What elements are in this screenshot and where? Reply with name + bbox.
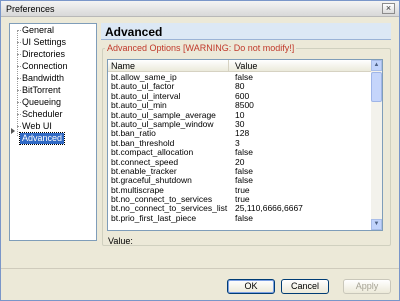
list-header: Name Value [108,60,372,72]
table-row[interactable]: bt.ban_threshold 3 [108,139,372,148]
option-name: bt.auto_ul_factor [111,82,175,92]
window-title: Preferences [6,4,55,14]
option-name: bt.no_connect_to_services [111,195,213,205]
option-value: 10 [235,110,245,120]
options-list[interactable]: Name Value bt.allow_same_ip false bt.auto… [107,59,383,231]
table-row[interactable]: bt.auto_ul_sample_window 30 [108,120,372,129]
close-icon[interactable]: × [382,3,395,14]
table-row[interactable]: bt.auto_ul_min 8500 [108,101,372,110]
table-row[interactable]: bt.no_connect_to_services_list 25,110,666… [108,204,372,213]
option-name: bt.ban_threshold [111,138,175,148]
preferences-window: Preferences × General UI Settings Direct… [0,0,400,301]
option-value: 30 [235,119,245,129]
nav-item-directories[interactable]: Directories [20,49,67,60]
option-name: bt.compact_allocation [111,148,194,158]
warning-label: Advanced Options [WARNING: Do not modify… [105,43,297,53]
nav-item-ui-settings[interactable]: UI Settings [20,37,68,48]
nav-item-bandwidth[interactable]: Bandwidth [20,73,66,84]
table-row[interactable]: bt.connect_speed 20 [108,158,372,167]
option-name: bt.ban_ratio [111,129,156,139]
list-rows: bt.allow_same_ip false bt.auto_ul_factor 8… [108,73,372,223]
option-name: bt.enable_tracker [111,166,177,176]
option-value: false [235,176,253,186]
page-title: Advanced [105,25,163,39]
table-row[interactable]: bt.multiscrape true [108,186,372,195]
nav-item-scheduler[interactable]: Scheduler [20,109,65,120]
option-value: 80 [235,82,245,92]
column-header-name[interactable]: Name [108,60,229,72]
column-header-value[interactable]: Value [229,60,372,72]
option-name: bt.auto_ul_interval [111,91,181,101]
nav-item-general[interactable]: General [20,25,56,36]
scroll-thumb[interactable] [371,72,382,102]
option-name: bt.auto_ul_sample_window [111,119,214,129]
apply-button[interactable]: Apply [343,279,391,294]
table-row[interactable]: bt.auto_ul_interval 600 [108,92,372,101]
option-name: bt.no_connect_to_services_list [111,204,228,214]
option-value: true [235,185,250,195]
option-name: bt.connect_speed [111,157,179,167]
expand-arrow-icon[interactable] [11,128,15,134]
tree-connector [17,30,18,136]
cancel-button[interactable]: Cancel [281,279,329,294]
table-row[interactable]: bt.auto_ul_factor 80 [108,82,372,91]
table-row[interactable]: bt.ban_ratio 128 [108,129,372,138]
panel-header: Advanced [101,23,391,40]
option-name: bt.graceful_shutdown [111,176,192,186]
option-name: bt.allow_same_ip [111,73,177,82]
option-value: false [235,73,253,82]
option-name: bt.prio_first_last_piece [111,213,197,223]
nav-item-advanced[interactable]: Advanced [18,132,66,145]
nav-item-queueing[interactable]: Queueing [20,97,63,108]
title-bar[interactable]: Preferences × [1,1,399,17]
table-row[interactable]: bt.no_connect_to_services true [108,195,372,204]
table-row[interactable]: bt.auto_ul_sample_average 10 [108,111,372,120]
value-label: Value: [108,236,133,246]
option-value: 600 [235,91,250,101]
option-value: 20 [235,157,245,167]
nav-item-web-ui[interactable]: Web UI [20,121,54,132]
option-name: bt.multiscrape [111,185,164,195]
scroll-up-icon[interactable]: ▲ [371,60,382,71]
table-row[interactable]: bt.enable_tracker false [108,167,372,176]
ok-button[interactable]: OK [227,279,275,294]
vertical-scrollbar[interactable]: ▲ ▼ [371,60,382,230]
table-row[interactable]: bt.prio_first_last_piece false [108,214,372,223]
option-name: bt.auto_ul_sample_average [111,110,216,120]
option-value: false [235,148,253,158]
table-row[interactable]: bt.allow_same_ip false [108,73,372,82]
nav-item-connection[interactable]: Connection [20,61,70,72]
option-value: false [235,166,253,176]
option-value: false [235,213,253,223]
category-tree[interactable]: General UI Settings Directories Connecti… [9,23,97,241]
footer-divider [1,268,399,269]
option-value: 8500 [235,101,254,111]
table-row[interactable]: bt.compact_allocation false [108,148,372,157]
option-name: bt.auto_ul_min [111,101,167,111]
option-value: 3 [235,138,240,148]
scroll-down-icon[interactable]: ▼ [371,219,382,230]
nav-item-bittorrent[interactable]: BitTorrent [20,85,63,96]
option-value: 128 [235,129,250,139]
table-row[interactable]: bt.graceful_shutdown false [108,176,372,185]
option-value: true [235,195,250,205]
option-value: 25,110,6666,6667 [235,204,303,214]
